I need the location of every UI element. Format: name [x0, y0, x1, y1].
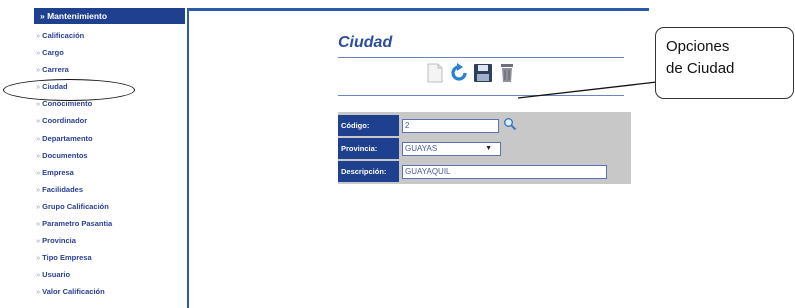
sidebar-item-cargo[interactable]: » Cargo [34, 44, 185, 61]
descripcion-label: Descripción: [338, 161, 399, 182]
sidebar-item-label: Empresa [42, 167, 74, 177]
sidebar-item-parametro-pasantia[interactable]: » Parametro Pasantia [34, 215, 185, 232]
callout-pointer [518, 81, 658, 99]
provincia-label: Provincia: [338, 138, 399, 159]
bullet-icon: » [36, 201, 41, 211]
title-divider [338, 57, 624, 58]
sidebar-item-label: Facilidades [42, 184, 84, 194]
sidebar-item-label: Grupo Calificación [42, 201, 109, 211]
ciudad-form: Código: 2 Provincia: GUAYAS ▼ Descripció… [338, 112, 631, 184]
sidebar-item-departamento[interactable]: » Departamento [34, 130, 185, 147]
bullet-icon: » [36, 287, 41, 297]
sidebar-header-mantenimiento[interactable]: » Mantenimiento [34, 8, 185, 24]
sidebar-item-label: Cargo [42, 48, 64, 58]
sidebar-item-provincia[interactable]: » Provincia [34, 232, 185, 249]
callout-line-2: de Ciudad [666, 60, 735, 77]
chevron-down-icon: ▼ [485, 145, 492, 152]
vertical-divider [187, 8, 189, 308]
sidebar-item-facilidades[interactable]: » Facilidades [34, 181, 185, 198]
bullet-icon: » [36, 48, 41, 58]
codigo-label: Código: [338, 115, 399, 136]
search-icon[interactable] [503, 117, 517, 131]
bullet-icon: » [36, 270, 41, 280]
sidebar-item-usuario[interactable]: » Usuario [34, 266, 185, 283]
bullet-icon: » [36, 219, 41, 229]
sidebar-item-valor-calificacion[interactable]: » Valor Calificación [34, 283, 185, 300]
bullet-icon: » [36, 31, 41, 40]
sidebar-item-label: Usuario [42, 270, 71, 280]
descripcion-input[interactable]: GUAYAQUIL [402, 165, 607, 179]
callout-box: Opciones de Ciudad [655, 27, 794, 99]
provincia-selected-value: GUAYAS [405, 144, 438, 153]
form-row-provincia: Provincia: GUAYAS ▼ [338, 137, 631, 159]
sidebar-item-label: Calificación [42, 31, 85, 40]
bullet-icon: » [36, 167, 41, 177]
sidebar-item-label: Documentos [42, 150, 88, 160]
new-icon[interactable] [424, 62, 446, 84]
bullet-icon: » [36, 150, 41, 160]
bullet-icon: » [36, 236, 41, 246]
save-icon[interactable] [472, 62, 494, 84]
bullet-icon: » [36, 65, 41, 75]
sidebar-item-label: Coordinador [42, 116, 88, 126]
form-row-descripcion: Descripción: GUAYAQUIL [338, 160, 631, 182]
top-divider [189, 8, 649, 11]
refresh-icon[interactable] [448, 62, 470, 84]
form-row-codigo: Código: 2 [338, 114, 631, 136]
sidebar-item-label: Tipo Empresa [42, 253, 92, 263]
bullet-icon: » [36, 133, 41, 143]
callout-line-1: Opciones [666, 38, 730, 55]
sidebar-item-carrera[interactable]: » Carrera [34, 61, 185, 78]
sidebar-menu: » Calificación » Cargo » Carrera » Ciudad » C… [34, 27, 185, 301]
sidebar-item-label: Provincia [42, 236, 76, 246]
provincia-select[interactable]: GUAYAS ▼ [402, 142, 501, 156]
delete-icon[interactable] [496, 62, 518, 84]
bullet-icon: » [36, 184, 41, 194]
sidebar-item-label: Departamento [42, 133, 93, 143]
sidebar: » Mantenimiento » Calificación » Cargo » Ca… [34, 8, 185, 308]
page-title: Ciudad [338, 34, 393, 51]
sidebar-item-label: Valor Calificación [42, 287, 105, 297]
sidebar-item-tipo-empresa[interactable]: » Tipo Empresa [34, 249, 185, 266]
ciudad-highlight-ellipse [3, 79, 135, 101]
codigo-input[interactable]: 2 [402, 119, 499, 133]
sidebar-item-coordinador[interactable]: » Coordinador [34, 112, 185, 129]
sidebar-item-empresa[interactable]: » Empresa [34, 164, 185, 181]
sidebar-item-label: Parametro Pasantia [42, 219, 113, 229]
sidebar-item-grupo-calificacion[interactable]: » Grupo Calificación [34, 198, 185, 215]
bullet-icon: » [36, 253, 41, 263]
bullet-icon: » [36, 116, 41, 126]
bullet-icon: » [36, 99, 41, 109]
sidebar-item-documentos[interactable]: » Documentos [34, 147, 185, 164]
sidebar-item-label: Carrera [42, 65, 69, 75]
sidebar-item-calificacion[interactable]: » Calificación [34, 27, 185, 44]
